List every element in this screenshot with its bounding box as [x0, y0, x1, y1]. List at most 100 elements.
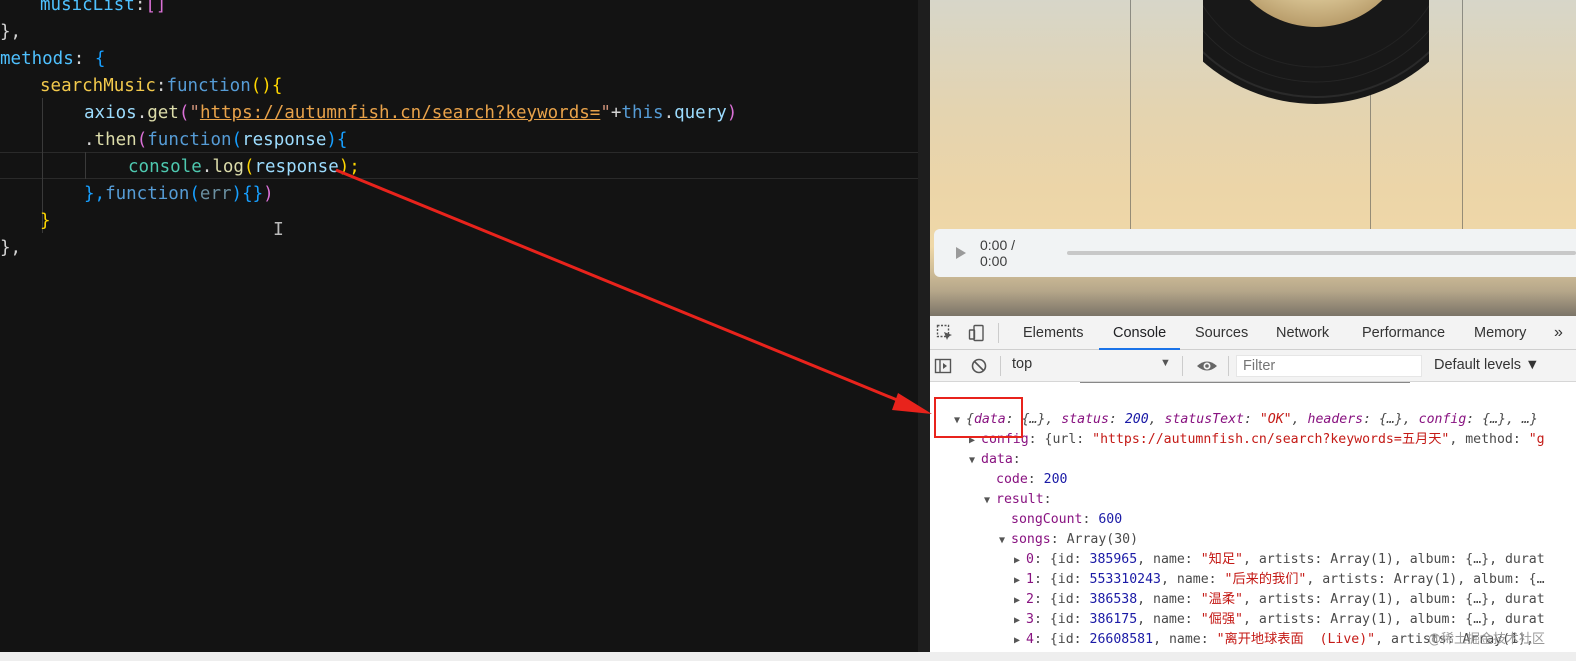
tab-console[interactable]: Console: [1099, 316, 1181, 350]
console-token: "g: [1528, 432, 1545, 447]
code-token: []: [145, 0, 167, 15]
code-token: (: [136, 130, 148, 150]
console-token: 200: [1124, 412, 1149, 427]
expanded-triangle-icon[interactable]: ▼: [969, 451, 981, 471]
code-token: function: [105, 184, 190, 204]
code-token: (: [189, 184, 200, 204]
console-line[interactable]: ▶ 2: {id: 386538, name: "温柔", artists: Ar…: [1014, 590, 1545, 610]
console-line[interactable]: ▶ 1: {id: 553310243, name: "后来的我们", artis…: [1014, 570, 1545, 590]
console-token: 2: [1026, 592, 1034, 607]
player-progress-bar[interactable]: [1066, 251, 1576, 255]
console-token: , name:: [1137, 612, 1201, 627]
code-token: ){: [326, 130, 348, 150]
background-line: [1462, 0, 1463, 230]
console-token: : {id:: [1033, 552, 1090, 567]
console-line[interactable]: ▶ 0: {id: 385965, name: "知足", artists: Ar…: [1014, 550, 1545, 570]
code-token: },: [0, 238, 22, 258]
console-token: , artists: Array(1), album: {…}, durat: [1242, 552, 1545, 567]
tab-performance[interactable]: Performance: [1362, 316, 1445, 350]
code-token: .: [84, 130, 95, 150]
collapsed-triangle-icon[interactable]: ▶: [1014, 631, 1026, 651]
separator: [998, 323, 999, 343]
code-token: );: [338, 157, 360, 177]
console-token: : {id:: [1033, 592, 1090, 607]
code-token: {: [94, 49, 106, 69]
code-token: console: [128, 157, 202, 177]
code-token: (: [178, 103, 190, 123]
console-line: songCount: 600: [999, 510, 1122, 530]
console-toolbar: top ▼ Default levels ▼: [930, 350, 1576, 382]
inspect-element-icon[interactable]: [936, 324, 954, 342]
default-levels-dropdown[interactable]: Default levels ▼: [1434, 357, 1539, 373]
separator: [1182, 356, 1183, 376]
code-token: musicList: [40, 0, 135, 15]
console-token: config: [1418, 412, 1467, 427]
console-line[interactable]: ▶ 3: {id: 386175, name: "倔强", artists: Ar…: [1014, 610, 1545, 630]
console-token: headers: [1307, 412, 1364, 427]
tab-sources[interactable]: Sources: [1195, 316, 1248, 350]
bottom-scrollbar[interactable]: [0, 652, 1576, 661]
code-line: .then(function(response){: [84, 127, 347, 154]
console-token: "后来的我们": [1224, 572, 1307, 587]
console-token: data: [981, 452, 1013, 467]
console-line[interactable]: ▼ {data: {…}, status: 200, statusText: "O…: [954, 410, 1538, 430]
code-token: ): [726, 103, 738, 123]
code-token: :: [134, 0, 146, 15]
tab-elements[interactable]: Elements: [1023, 316, 1083, 350]
play-icon[interactable]: [956, 247, 966, 259]
text-cursor-icon: I: [273, 219, 284, 240]
annotation-highlight-box: [934, 397, 1023, 438]
context-select[interactable]: top: [1012, 356, 1032, 372]
console-token: : {id:: [1033, 572, 1090, 587]
console-line[interactable]: ▼ data:: [969, 450, 1021, 470]
console-token: , method:: [1449, 432, 1529, 447]
console-token: :: [1012, 452, 1021, 467]
code-line: methods: {: [0, 46, 105, 73]
console-token: "OK": [1259, 412, 1292, 427]
collapsed-triangle-icon[interactable]: ▶: [1014, 611, 1026, 631]
code-token: +: [610, 103, 622, 123]
code-token: function: [166, 76, 251, 96]
console-token: :: [1027, 472, 1044, 487]
collapsed-triangle-icon[interactable]: ▶: [1014, 551, 1026, 571]
console-output[interactable]: ▼ {data: {…}, status: 200, statusText: "O…: [930, 382, 1576, 661]
live-expression-eye-icon[interactable]: [1196, 357, 1218, 375]
devtools-panel: Elements Console Sources Network Perform…: [930, 316, 1576, 661]
console-token: code: [996, 472, 1028, 487]
code-token: .: [201, 157, 213, 177]
code-token: ": [600, 103, 611, 123]
editor-scrollbar[interactable]: [918, 0, 930, 661]
tab-memory[interactable]: Memory: [1474, 316, 1526, 350]
console-line[interactable]: ▼ result:: [984, 490, 1052, 510]
console-line[interactable]: ▼ songs: Array(30): [999, 530, 1138, 550]
console-line[interactable]: ▶ config: {url: "https://autumnfish.cn/se…: [969, 430, 1545, 450]
console-token: :: [1043, 492, 1052, 507]
console-token: , name:: [1161, 572, 1225, 587]
console-token: 3: [1026, 612, 1034, 627]
indent-guide: [85, 152, 86, 179]
device-toolbar-icon[interactable]: [968, 324, 986, 342]
collapsed-triangle-icon[interactable]: ▶: [1014, 571, 1026, 591]
console-token: :: [1108, 412, 1125, 427]
code-line: },function(err){}): [84, 181, 274, 208]
console-token: result: [996, 492, 1044, 507]
console-token: status: [1061, 412, 1109, 427]
expanded-triangle-icon[interactable]: ▼: [999, 531, 1011, 551]
code-editor[interactable]: musicList:[]}, methods: {searchMusic:func…: [0, 0, 918, 661]
console-token: statusText: [1164, 412, 1244, 427]
sidebar-toggle-icon[interactable]: [934, 357, 952, 375]
tab-network[interactable]: Network: [1276, 316, 1329, 350]
audio-player[interactable]: 0:00 / 0:00: [934, 229, 1576, 277]
more-tabs-icon[interactable]: »: [1554, 316, 1563, 350]
console-filter-input[interactable]: [1236, 355, 1422, 377]
expanded-triangle-icon[interactable]: ▼: [984, 491, 996, 511]
console-token: : {id:: [1033, 632, 1090, 647]
code-token: (){: [250, 76, 283, 96]
clear-console-icon[interactable]: [970, 357, 988, 375]
chevron-down-icon[interactable]: ▼: [1160, 357, 1171, 369]
code-token: get: [147, 103, 179, 123]
collapsed-triangle-icon[interactable]: ▶: [1014, 591, 1026, 611]
code-token: :: [73, 49, 95, 69]
console-token: : {…}, …}: [1466, 412, 1538, 427]
code-line: musicList:[]: [40, 0, 166, 19]
